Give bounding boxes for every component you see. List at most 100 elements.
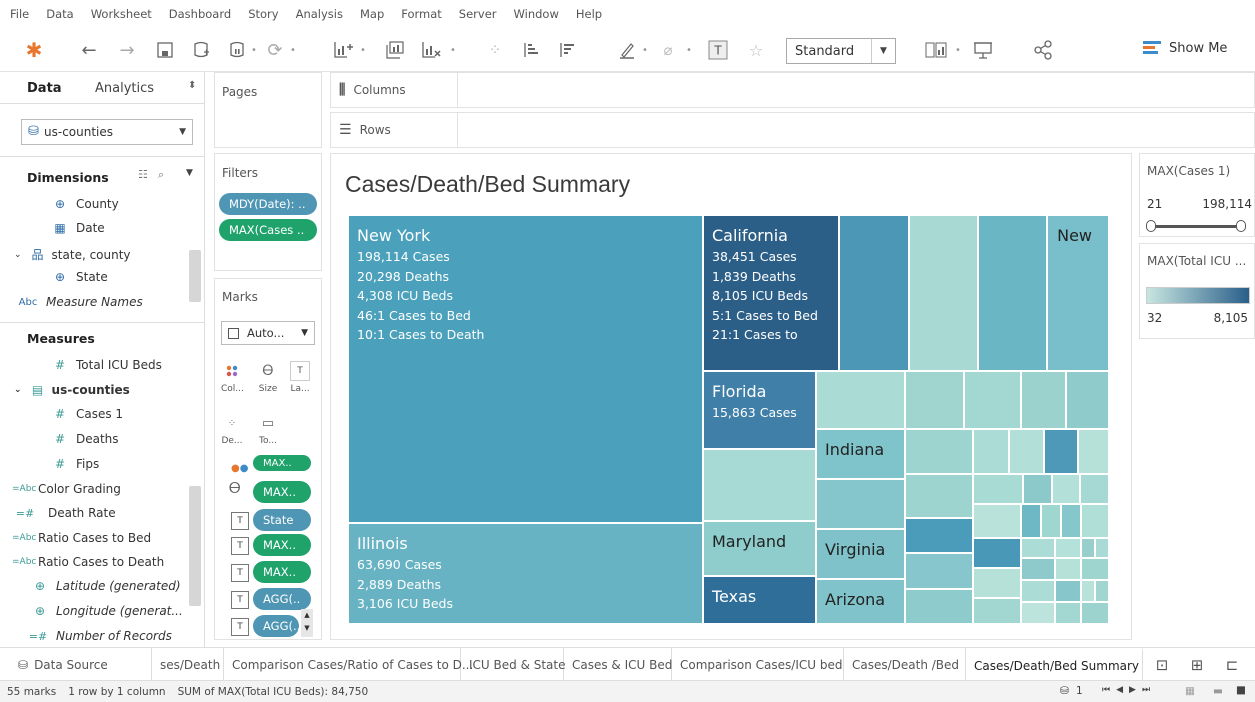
clear-sheet-icon[interactable]: [418, 36, 444, 64]
new-dashboard-icon[interactable]: ⊞: [1180, 648, 1214, 681]
sort-descending-icon[interactable]: [554, 36, 580, 64]
treemap-cell[interactable]: [909, 215, 978, 371]
pause-datasource-icon[interactable]: [224, 36, 250, 64]
marks-pill-label-1[interactable]: MAX..: [253, 534, 311, 556]
treemap-cell[interactable]: [973, 474, 1023, 504]
sheet-tab[interactable]: Comparison Cases/Ratio of Cases to D...: [224, 648, 473, 681]
list-view-icon[interactable]: ☷: [138, 168, 148, 181]
treemap-cell[interactable]: [1055, 602, 1081, 624]
treemap-cell[interactable]: [1080, 474, 1109, 504]
treemap-cell[interactable]: [1021, 602, 1055, 624]
treemap-cell[interactable]: [978, 215, 1047, 371]
menu-worksheet[interactable]: Worksheet: [91, 7, 152, 21]
treemap-cell[interactable]: [905, 589, 973, 624]
marks-pill-size[interactable]: MAX..: [253, 481, 311, 503]
treemap-cell[interactable]: [1009, 429, 1044, 474]
treemap-cell[interactable]: [1055, 580, 1081, 602]
menu-file[interactable]: File: [10, 7, 29, 21]
treemap-cell[interactable]: [905, 371, 964, 429]
menu-server[interactable]: Server: [459, 7, 497, 21]
new-datasource-icon[interactable]: [188, 36, 214, 64]
sheet-tab[interactable]: ICU Bed & State: [461, 648, 566, 681]
color-card[interactable]: Col...: [221, 361, 244, 401]
treemap-cell[interactable]: [905, 518, 973, 553]
field-date[interactable]: ▦ Date: [50, 221, 104, 235]
treemap-cell-new-york[interactable]: New York 198,114 Cases 20,298 Deaths 4,308 …: [348, 215, 703, 523]
highlight-pen-icon[interactable]: [614, 36, 640, 64]
treemap-cell[interactable]: [1081, 580, 1095, 602]
treemap-cell[interactable]: [1021, 504, 1041, 538]
chevron-down-icon[interactable]: •: [251, 36, 257, 64]
show-cards-icon[interactable]: [922, 36, 950, 64]
treemap-cell[interactable]: [964, 371, 1021, 429]
tooltip-card[interactable]: ▭ To...: [257, 413, 279, 453]
field-us-counties-table[interactable]: ⌄ ▤ us-counties: [14, 383, 130, 397]
field-ratio-cases-to-bed[interactable]: =Abc Ratio Cases to Bed: [12, 531, 151, 545]
treemap-cell[interactable]: [1081, 538, 1095, 558]
menu-data[interactable]: Data: [46, 7, 73, 21]
sort-ascending-icon[interactable]: [518, 36, 544, 64]
treemap-cell[interactable]: [703, 449, 816, 521]
chevron-down-icon[interactable]: •: [642, 36, 648, 64]
treemap-cell-new[interactable]: New: [1047, 215, 1109, 371]
tab-view-icon[interactable]: ■: [1236, 684, 1246, 696]
tab-switch-icon[interactable]: ⬍: [188, 80, 196, 91]
detail-card[interactable]: ⁘ De...: [221, 413, 243, 453]
field-latitude[interactable]: ⊕ Latitude (generated): [30, 579, 181, 593]
share-icon[interactable]: [1030, 36, 1056, 64]
sheet-tab[interactable]: Cases & ICU Bed: [564, 648, 672, 681]
menu-story[interactable]: Story: [248, 7, 278, 21]
size-slider-left-handle[interactable]: [1146, 220, 1156, 232]
marks-pill-color[interactable]: MAX..: [253, 455, 311, 471]
menu-window[interactable]: Window: [514, 7, 559, 21]
field-measure-names[interactable]: Abc Measure Names: [18, 295, 143, 309]
treemap-cell[interactable]: [1081, 558, 1109, 580]
field-longitude[interactable]: ⊕ Longitude (generat...: [30, 604, 183, 618]
treemap-cell[interactable]: [816, 371, 905, 429]
new-worksheet-icon[interactable]: [330, 36, 356, 64]
field-county[interactable]: ⊕ County: [50, 197, 119, 211]
treemap-cell[interactable]: [1044, 429, 1078, 474]
field-color-grading[interactable]: =Abc Color Grading: [12, 482, 121, 496]
size-slider-right-handle[interactable]: [1236, 220, 1246, 232]
menu-help[interactable]: Help: [576, 7, 602, 21]
mark-type-select[interactable]: Auto... ▼: [221, 321, 315, 345]
chevron-down-icon[interactable]: •: [290, 36, 296, 64]
dimensions-scrollbar[interactable]: [189, 250, 201, 302]
filter-pill-date[interactable]: MDY(Date): ..: [219, 193, 317, 215]
measures-scrollbar[interactable]: [189, 486, 201, 606]
color-legend[interactable]: MAX(Total ICU ... 32 8,105: [1139, 243, 1255, 339]
field-total-icu-beds[interactable]: # Total ICU Beds: [50, 358, 162, 372]
treemap-cell[interactable]: [973, 598, 1021, 624]
treemap-cell-arizona[interactable]: Arizona: [816, 579, 905, 624]
menu-analysis[interactable]: Analysis: [296, 7, 343, 21]
marks-pill-agg-2[interactable]: AGG(..: [253, 615, 299, 637]
treemap-cell-virginia[interactable]: Virginia: [816, 529, 905, 579]
treemap-cell[interactable]: [839, 215, 909, 371]
presentation-mode-icon[interactable]: [970, 36, 996, 64]
marks-pill-state[interactable]: State: [253, 509, 311, 531]
menu-map[interactable]: Map: [360, 7, 384, 21]
new-worksheet-icon[interactable]: ⊡: [1145, 648, 1179, 681]
show-me-button[interactable]: Show Me: [1143, 40, 1227, 56]
treemap-cell[interactable]: [1066, 371, 1109, 429]
treemap-cell-california[interactable]: California 38,451 Cases 1,839 Deaths 8,105 …: [703, 215, 839, 371]
field-fips[interactable]: # Fips: [50, 457, 99, 471]
field-death-rate[interactable]: =# Death Rate: [14, 506, 116, 520]
treemap-cell[interactable]: [973, 504, 1021, 538]
field-state[interactable]: ⊕ State: [50, 270, 108, 284]
forward-arrow-icon[interactable]: →: [114, 36, 140, 64]
marks-pill-label-2[interactable]: MAX..: [253, 561, 311, 583]
treemap-cell-florida[interactable]: Florida 15,863 Cases: [703, 371, 816, 449]
filter-pill-cases[interactable]: MAX(Cases ..: [219, 219, 317, 241]
new-story-icon[interactable]: ⊏: [1215, 648, 1249, 681]
treemap-cell[interactable]: [1078, 429, 1109, 474]
back-arrow-icon[interactable]: ←: [76, 36, 102, 64]
treemap-cell[interactable]: [1021, 580, 1055, 602]
refresh-icon[interactable]: ⟳: [262, 36, 288, 64]
chevron-down-icon[interactable]: •: [360, 36, 366, 64]
field-state-county-hierarchy[interactable]: ⌄ 品 state, county: [14, 246, 131, 263]
swap-rows-columns-icon[interactable]: ⁘: [482, 36, 508, 64]
chevron-down-icon[interactable]: ▼: [186, 168, 193, 178]
treemap-cell[interactable]: [816, 479, 905, 529]
